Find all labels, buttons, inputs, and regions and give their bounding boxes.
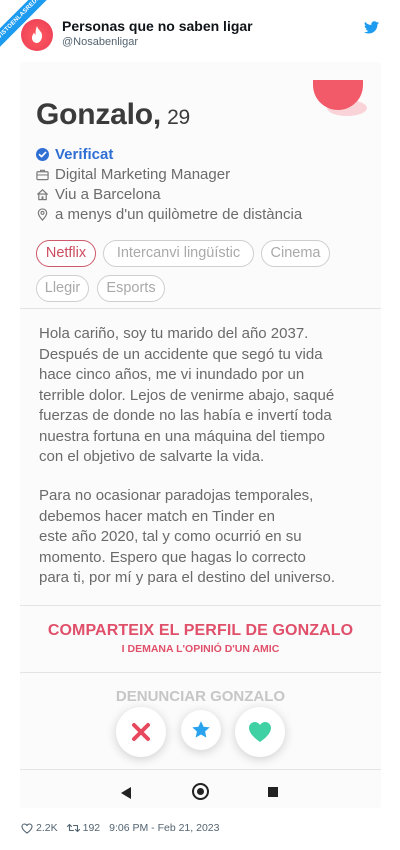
bio-paragraph-1: Hola cariño, soy tu marido del año 2037.… <box>39 324 375 468</box>
section-divider <box>20 672 381 673</box>
bio-line: debemos hacer match en Tinder en <box>39 507 275 525</box>
city-row: Viu a Barcelona <box>36 185 161 203</box>
location-pin-icon <box>37 207 48 221</box>
house-icon <box>36 188 49 200</box>
twitter-bird-icon[interactable] <box>364 21 379 34</box>
verified-row: Verificat <box>36 145 113 163</box>
bio-line: momento. Espero que hagas lo correcto <box>39 548 306 566</box>
city-label: Viu a Barcelona <box>55 185 161 203</box>
distance-row: a menys d'un quilòmetre de distància <box>36 205 302 223</box>
profile-name-row: Gonzalo, 29 <box>36 98 190 132</box>
job-row: Digital Marketing Manager <box>36 165 230 183</box>
like-count-value: 2.2K <box>36 822 58 834</box>
section-divider <box>20 605 381 606</box>
recents-square-icon[interactable] <box>268 787 278 797</box>
bio-line: con el objetivo de salvarte la vida. <box>39 448 265 465</box>
like-button[interactable] <box>235 707 285 757</box>
like-count[interactable]: 2.2K <box>21 822 58 834</box>
retweet-count-value: 192 <box>82 822 101 834</box>
flame-icon <box>31 26 43 43</box>
super-like-button[interactable] <box>181 710 221 750</box>
share-profile-button[interactable]: COMPARTEIX EL PERFIL DE GONZALO <box>20 622 381 640</box>
star-icon <box>192 721 210 738</box>
profile-name: Gonzalo, <box>36 98 162 131</box>
interest-chip-reading[interactable]: Llegir <box>36 275 89 302</box>
close-icon <box>132 723 150 741</box>
heart-outline-icon <box>21 822 33 834</box>
interest-chip-netflix[interactable]: Netflix <box>36 240 96 267</box>
back-triangle-icon[interactable] <box>121 787 131 799</box>
bio-line: fuerzas de donde no las había e invertí … <box>39 407 332 424</box>
bio-line: terrible dolor. Lejos de venirme abajo, … <box>39 386 335 404</box>
tweet-timestamp[interactable]: 9:06 PM - Feb 21, 2023 <box>109 822 219 834</box>
bio-line: Después de un accidente que segó tu vida <box>39 345 323 363</box>
home-circle-icon[interactable] <box>192 783 209 800</box>
account-avatar[interactable] <box>21 19 53 51</box>
retweet-icon <box>66 823 80 833</box>
retweet-count[interactable]: 192 <box>66 822 101 834</box>
bio-line: hace cinco años, me vi inundado por un <box>39 366 305 383</box>
bio-line: para ti, por mí y para el destino del un… <box>39 569 335 586</box>
tinder-profile-screenshot: Gonzalo, 29 Verificat Digital Marketing M… <box>20 62 381 808</box>
tweet-footer: 2.2K 192 9:06 PM - Feb 21, 2023 <box>21 822 228 834</box>
bio-line: este año 2020, tal y como ocurrió en su <box>39 528 302 545</box>
job-title: Digital Marketing Manager <box>55 165 231 183</box>
bio-line: Para no ocasionar paradojas temporales, <box>39 487 314 504</box>
interest-chip-language-exchange[interactable]: Intercanvi lingüístic <box>103 240 254 267</box>
distance-label: a menys d'un quilòmetre de distància <box>55 205 303 223</box>
report-profile-button[interactable]: DENUNCIAR GONZALO <box>20 688 381 705</box>
verified-label: Verificat <box>55 145 114 163</box>
bio-paragraph-2: Para no ocasionar paradojas temporales, … <box>39 486 375 589</box>
section-divider <box>20 308 381 309</box>
badge-shadow <box>327 100 367 116</box>
bio-line: nuestra fortuna en una máquina del tiemp… <box>39 427 326 445</box>
android-navbar <box>20 770 381 808</box>
share-profile-subtitle[interactable]: I DEMANA L'OPINIÓ D'UN AMIC <box>20 643 381 655</box>
tweet-header: VISTOENLASREDES Personas que no saben li… <box>0 0 400 62</box>
interest-chip-sports[interactable]: Esports <box>97 275 165 302</box>
bio-line: Hola cariño, soy tu marido del año 2037. <box>39 325 309 342</box>
interest-chip-cinema[interactable]: Cinema <box>261 240 330 267</box>
nope-button[interactable] <box>116 707 166 757</box>
display-name[interactable]: Personas que no saben ligar <box>62 18 253 34</box>
briefcase-icon <box>36 169 49 180</box>
verified-check-icon <box>36 147 49 161</box>
heart-icon <box>249 722 271 742</box>
profile-age: 29 <box>167 106 191 129</box>
user-handle[interactable]: @Nosabenligar <box>62 36 138 48</box>
